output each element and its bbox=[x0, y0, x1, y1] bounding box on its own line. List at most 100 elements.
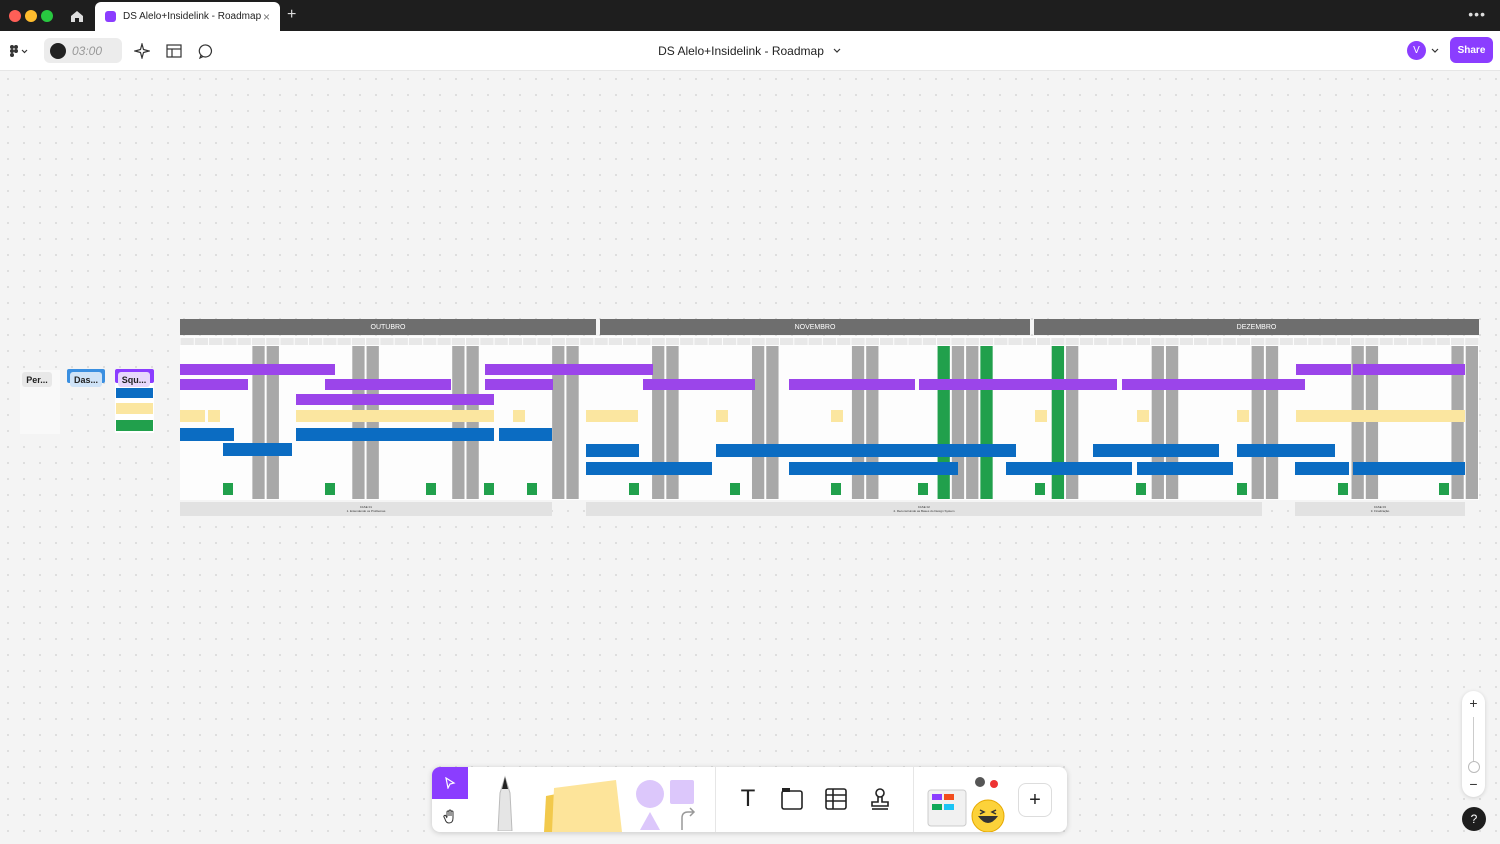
milestone-green bbox=[1136, 483, 1146, 495]
phase-02-subtitle: 2. Reconstruindo as Bases do Design Syst… bbox=[893, 509, 955, 513]
weekend-column bbox=[951, 346, 965, 499]
section-tool-button[interactable] bbox=[776, 783, 808, 815]
weekend-column bbox=[1151, 346, 1164, 499]
text-tool-button[interactable]: T bbox=[732, 783, 764, 815]
weekend-column bbox=[1165, 346, 1179, 499]
day-header-cell bbox=[223, 338, 237, 345]
task-bar-blue bbox=[1353, 462, 1465, 475]
day-header-cell bbox=[922, 338, 937, 345]
task-bar-blue bbox=[586, 462, 712, 475]
stamp-icon bbox=[871, 788, 889, 810]
day-header-cell bbox=[366, 338, 380, 345]
day-header-cell bbox=[1122, 338, 1136, 345]
table-tool-button[interactable] bbox=[820, 783, 852, 815]
day-header-cell bbox=[1222, 338, 1236, 345]
milestone-green bbox=[1035, 483, 1045, 495]
day-header-cell bbox=[879, 338, 894, 345]
task-bar-blue bbox=[1006, 462, 1132, 475]
task-bar-purple bbox=[180, 364, 335, 375]
day-header-cell bbox=[708, 338, 722, 345]
holiday-column bbox=[937, 346, 950, 499]
task-bar-blue bbox=[499, 428, 552, 441]
weekend-column bbox=[466, 346, 479, 499]
task-bar-purple bbox=[485, 364, 653, 375]
widgets-tool-button[interactable] bbox=[926, 775, 1010, 832]
day-header-cell bbox=[380, 338, 394, 345]
add-tool-button[interactable]: + bbox=[1018, 783, 1052, 817]
day-header-cell bbox=[423, 338, 437, 345]
day-header-cell bbox=[1151, 338, 1165, 345]
hand-tool-button[interactable] bbox=[432, 801, 468, 832]
hand-icon bbox=[443, 809, 454, 824]
weekend-column bbox=[766, 346, 779, 499]
pen-tool-button[interactable] bbox=[488, 773, 522, 833]
milestone-green bbox=[484, 483, 494, 495]
holiday-column bbox=[980, 346, 993, 499]
text-tool-icon: T bbox=[741, 786, 755, 812]
shapes-icon bbox=[636, 779, 696, 830]
milestone-green bbox=[426, 483, 436, 495]
day-header-cell bbox=[1265, 338, 1279, 345]
day-header-cell bbox=[865, 338, 879, 345]
phase-01-subtitle: 1. Entendendo os Problemas bbox=[346, 509, 386, 513]
day-header-cell bbox=[337, 338, 351, 345]
task-bar-blue bbox=[716, 444, 1016, 457]
widgets-emoji-icon bbox=[927, 776, 1005, 832]
weekend-column bbox=[851, 346, 865, 499]
milestone-green bbox=[730, 483, 740, 495]
stamp-tool-button[interactable] bbox=[864, 783, 896, 815]
pen-icon bbox=[497, 775, 513, 831]
day-header-cell bbox=[451, 338, 465, 345]
day-header-cell bbox=[1108, 338, 1122, 345]
task-bar-purple bbox=[180, 379, 248, 390]
milestone-green bbox=[1237, 483, 1247, 495]
task-bar-blue bbox=[586, 444, 639, 457]
weekend-column bbox=[1251, 346, 1264, 499]
day-header-cell bbox=[1079, 338, 1094, 345]
sticky-note-tool-button[interactable] bbox=[536, 777, 626, 832]
day-header-cell bbox=[1408, 338, 1422, 345]
day-header-cell bbox=[937, 338, 951, 345]
task-bar-blue bbox=[1295, 462, 1349, 475]
weekend-column bbox=[666, 346, 679, 499]
select-tool-button[interactable] bbox=[432, 767, 468, 799]
day-header-cell bbox=[494, 338, 508, 345]
milestone-green bbox=[918, 483, 928, 495]
day-header-cell bbox=[437, 338, 451, 345]
day-header-cell bbox=[323, 338, 337, 345]
milestone-green bbox=[223, 483, 233, 495]
weekend-column bbox=[866, 346, 879, 499]
day-header-cell bbox=[794, 338, 808, 345]
task-bar-purple bbox=[325, 379, 451, 390]
day-header-cell bbox=[623, 338, 637, 345]
task-bar-yellow bbox=[1296, 410, 1465, 422]
day-header-cell bbox=[979, 338, 994, 345]
day-header-cell bbox=[751, 338, 765, 345]
day-header-cell bbox=[1365, 338, 1379, 345]
day-header-cell bbox=[1450, 338, 1465, 345]
shapes-tool-button[interactable] bbox=[632, 777, 702, 832]
day-header-cell bbox=[1436, 338, 1450, 345]
zoom-slider-handle[interactable] bbox=[1468, 761, 1480, 773]
sticky-note-icon bbox=[544, 779, 622, 832]
task-bar-purple bbox=[919, 379, 1117, 390]
day-header-cell bbox=[294, 338, 308, 345]
day-header-cell bbox=[1293, 338, 1308, 345]
task-bar-yellow bbox=[513, 410, 525, 422]
task-bar-purple bbox=[789, 379, 915, 390]
weekend-column bbox=[652, 346, 665, 499]
day-header-cell bbox=[580, 338, 594, 345]
day-header-cell bbox=[1165, 338, 1179, 345]
task-bar-purple bbox=[485, 379, 553, 390]
day-header-cell bbox=[1136, 338, 1151, 345]
zoom-in-button[interactable]: + bbox=[1462, 695, 1485, 711]
task-bar-purple bbox=[1353, 364, 1465, 375]
day-header-cell bbox=[665, 338, 680, 345]
bottom-toolbar: T + bbox=[432, 767, 1067, 832]
holiday-column bbox=[1051, 346, 1065, 499]
day-header-cell bbox=[1393, 338, 1408, 345]
help-button[interactable]: ? bbox=[1462, 807, 1486, 831]
zoom-out-button[interactable]: − bbox=[1462, 776, 1485, 792]
milestone-green bbox=[325, 483, 335, 495]
task-bar-blue bbox=[789, 462, 958, 475]
